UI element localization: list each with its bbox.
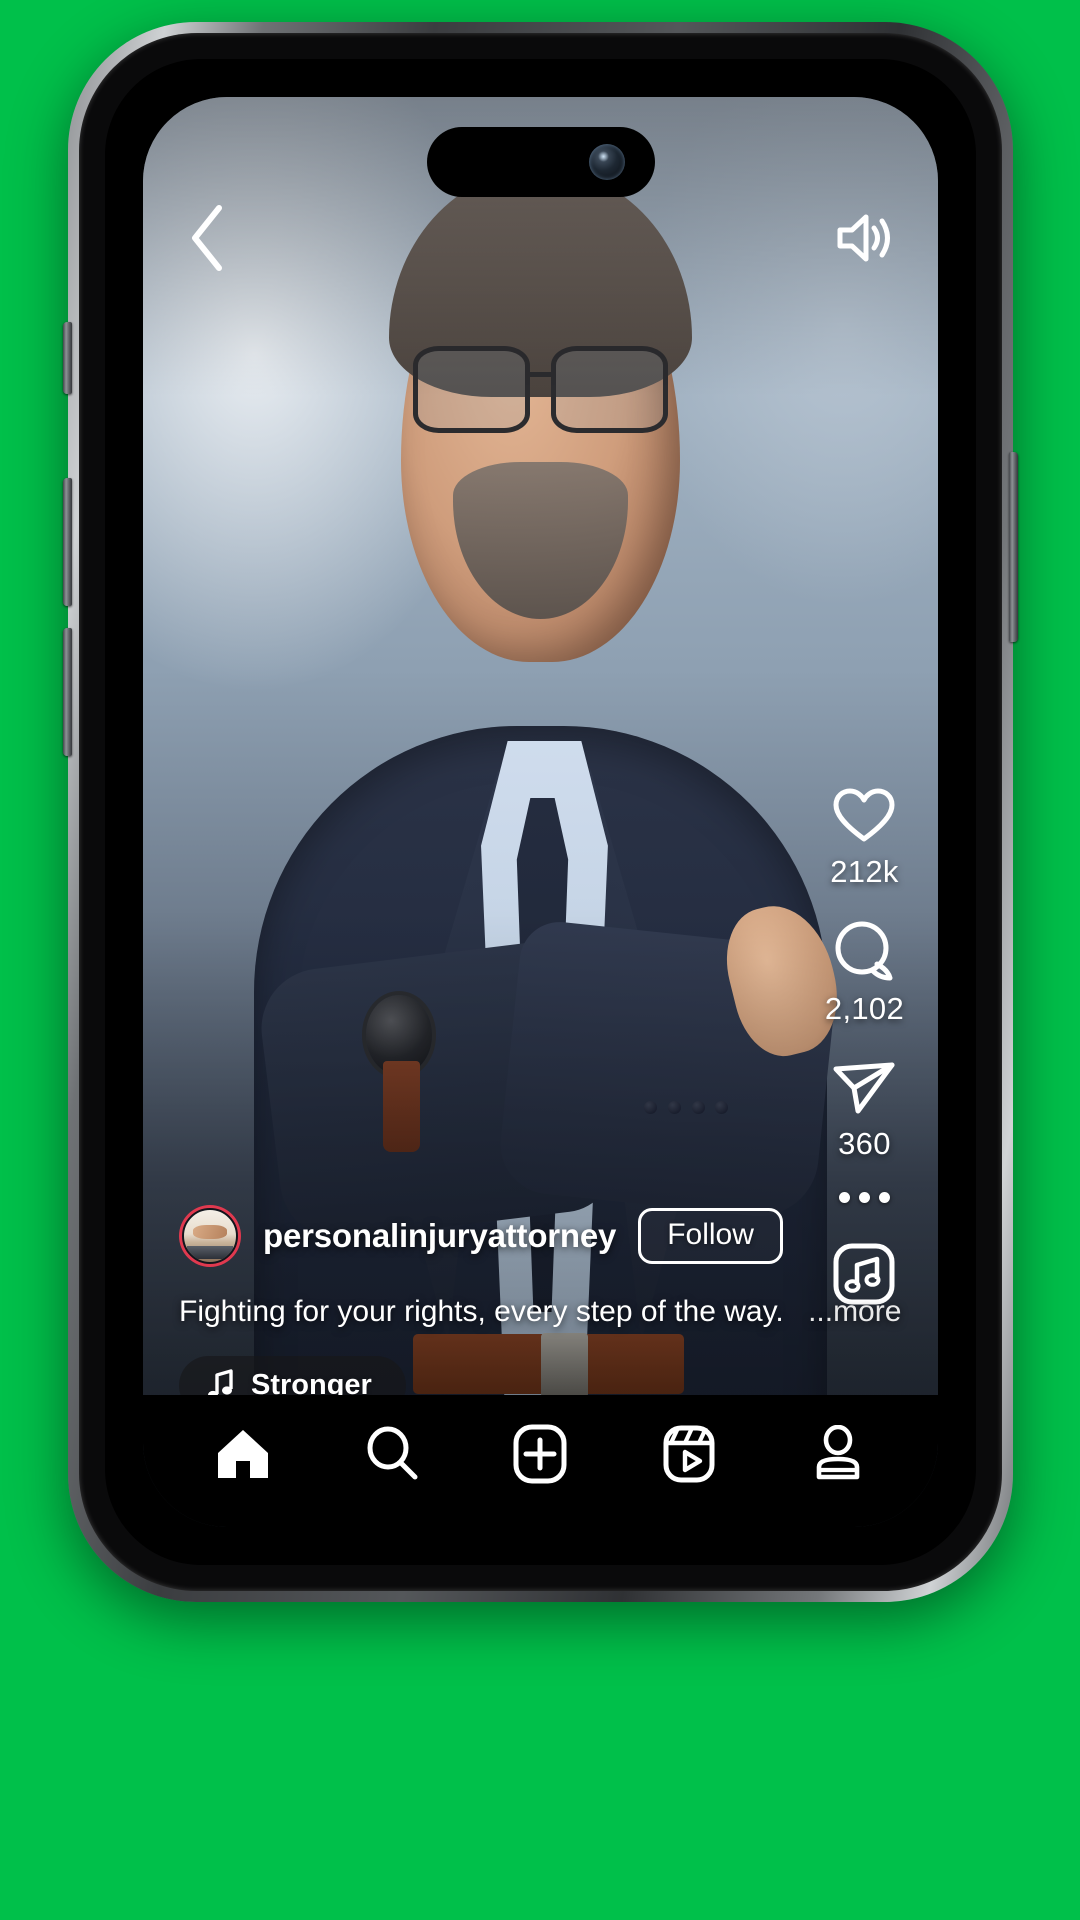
share-button[interactable]: 360 [831,1057,897,1162]
heart-icon [832,787,896,845]
caption[interactable]: Fighting for your rights, every step of … [179,1293,901,1331]
action-button[interactable] [63,322,72,394]
speaker-on-icon[interactable] [834,210,896,266]
dynamic-island [426,127,655,197]
phone-screen: 212k 2,102 360 personalinjuryattorney Fo… [143,97,938,1527]
volume-down-button[interactable] [63,628,72,756]
follow-button[interactable]: Follow [638,1207,783,1264]
dot [838,1192,850,1203]
cuff-button [691,1100,705,1114]
phone-bezel: 212k 2,102 360 personalinjuryattorney Fo… [105,59,976,1565]
nav-item-home[interactable] [188,1409,298,1499]
like-button[interactable]: 212k [830,787,898,890]
eyeglasses [413,345,669,434]
watch-strap [383,1060,420,1153]
cuff-button [667,1100,681,1114]
reels-icon [661,1423,717,1485]
eyeglasses-bridge [527,371,555,377]
comment-count: 2,102 [824,991,904,1026]
nav-item-create[interactable] [485,1409,595,1499]
like-count: 212k [830,854,899,889]
caption-more-link[interactable]: ...more [808,1295,901,1328]
username-label[interactable]: personalinjuryattorney [263,1217,616,1255]
canvas: 212k 2,102 360 personalinjuryattorney Fo… [0,0,1080,1920]
user-row: personalinjuryattorney Follow [179,1204,783,1267]
action-rail: 212k 2,102 360 [825,787,904,1307]
dot [878,1192,890,1203]
bottom-navigation-bar [143,1395,938,1527]
phone-device-frame: 212k 2,102 360 personalinjuryattorney Fo… [63,22,1018,1602]
nav-item-profile[interactable] [783,1409,893,1499]
comment-button[interactable]: 2,102 [825,920,904,1027]
front-camera-icon [588,144,625,180]
dot [858,1192,870,1203]
top-bar [143,193,938,283]
more-dots-icon[interactable] [838,1192,890,1203]
phone-inner-shell: 212k 2,102 360 personalinjuryattorney Fo… [79,33,1002,1591]
cuff-button [643,1100,657,1114]
caption-text: Fighting for your rights, every step of … [179,1294,784,1328]
create-icon [512,1423,568,1485]
share-count: 360 [838,1126,891,1161]
avatar[interactable] [179,1204,241,1267]
post-info-block: personalinjuryattorney Follow Fighting f… [179,1204,901,1415]
avatar-image [182,1207,238,1264]
search-icon [364,1426,420,1482]
comment-icon [832,920,896,982]
nav-item-reels[interactable] [634,1409,744,1499]
volume-up-button[interactable] [63,478,72,606]
profile-icon [811,1425,865,1483]
share-icon [831,1057,897,1117]
chevron-left-icon[interactable] [185,202,231,274]
power-button[interactable] [1009,452,1018,642]
nav-item-search[interactable] [337,1409,447,1499]
home-icon [215,1427,271,1481]
